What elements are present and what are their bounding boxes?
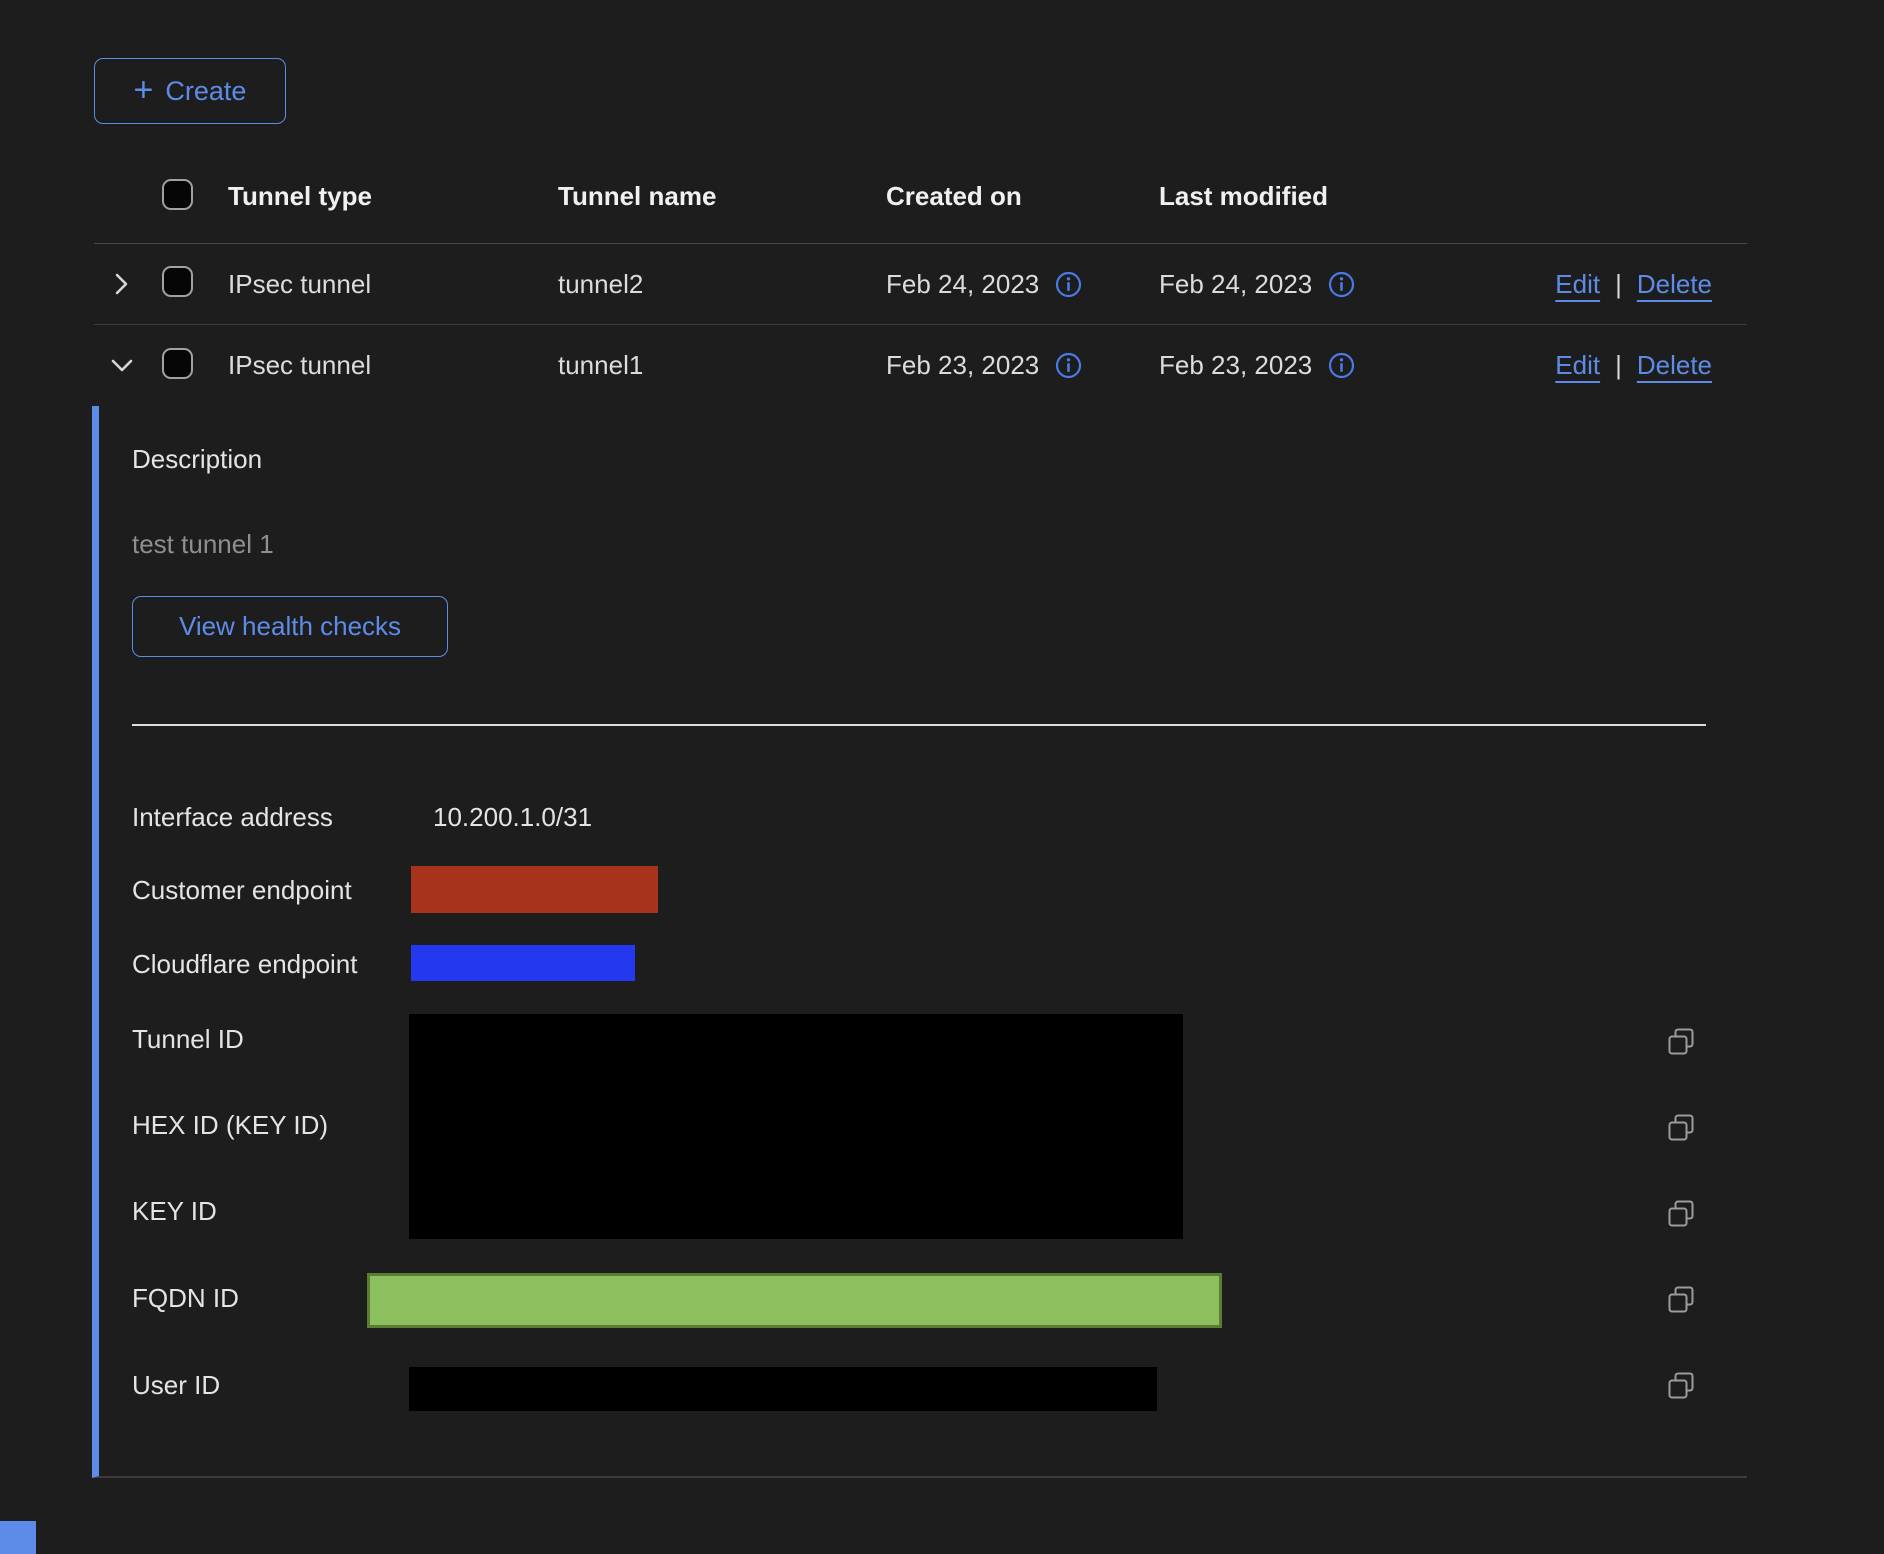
copy-icon bbox=[1665, 1198, 1697, 1230]
cloudflare-endpoint-label: Cloudflare endpoint bbox=[132, 949, 358, 979]
last-modified-cell: Feb 24, 2023 Edit | Delete bbox=[1159, 269, 1747, 300]
created-on-cell: Feb 24, 2023 bbox=[886, 269, 1159, 300]
collapse-row-button[interactable] bbox=[94, 351, 150, 381]
user-id-redacted-value bbox=[409, 1367, 1157, 1411]
delete-link[interactable]: Delete bbox=[1637, 269, 1712, 300]
interface-address-label: Interface address bbox=[132, 802, 333, 832]
edit-link[interactable]: Edit bbox=[1555, 350, 1600, 381]
header-created-on: Created on bbox=[886, 181, 1159, 212]
copy-key-id-button[interactable] bbox=[1665, 1198, 1697, 1230]
ids-redacted-value bbox=[409, 1014, 1183, 1239]
info-icon[interactable] bbox=[1328, 352, 1355, 379]
description-label: Description bbox=[132, 444, 262, 474]
table-row: IPsec tunnel tunnel1 Feb 23, 2023 Feb 23… bbox=[94, 325, 1747, 406]
select-all-checkbox[interactable] bbox=[162, 179, 193, 210]
create-button-label: Create bbox=[165, 76, 246, 107]
edit-link[interactable]: Edit bbox=[1555, 269, 1600, 300]
section-divider bbox=[132, 724, 1706, 726]
copy-tunnel-id-button[interactable] bbox=[1665, 1026, 1697, 1058]
row-checkbox[interactable] bbox=[162, 266, 193, 297]
user-id-label: User ID bbox=[132, 1370, 220, 1400]
hex-id-label: HEX ID (KEY ID) bbox=[132, 1110, 328, 1140]
copy-icon bbox=[1665, 1284, 1697, 1316]
info-icon[interactable] bbox=[1055, 271, 1082, 298]
fqdn-id-redacted-value bbox=[367, 1273, 1222, 1328]
action-separator: | bbox=[1615, 350, 1622, 381]
last-modified-cell: Feb 23, 2023 Edit | Delete bbox=[1159, 350, 1747, 381]
copy-user-id-button[interactable] bbox=[1665, 1370, 1697, 1402]
expand-row-button[interactable] bbox=[94, 269, 150, 299]
tunnel-type-cell: IPsec tunnel bbox=[228, 350, 558, 381]
tunnel-type-cell: IPsec tunnel bbox=[228, 269, 558, 300]
copy-icon bbox=[1665, 1112, 1697, 1144]
key-id-label: KEY ID bbox=[132, 1196, 217, 1226]
scroll-indicator bbox=[0, 1521, 36, 1554]
header-tunnel-name: Tunnel name bbox=[558, 181, 886, 212]
table-header-row: Tunnel type Tunnel name Created on Last … bbox=[94, 150, 1747, 244]
cloudflare-endpoint-redacted-value bbox=[411, 945, 635, 981]
tunnel-id-label: Tunnel ID bbox=[132, 1024, 244, 1054]
chevron-right-icon bbox=[107, 269, 137, 299]
created-on-cell: Feb 23, 2023 bbox=[886, 350, 1159, 381]
customer-endpoint-label: Customer endpoint bbox=[132, 875, 352, 905]
fqdn-id-label: FQDN ID bbox=[132, 1283, 239, 1313]
info-icon[interactable] bbox=[1055, 352, 1082, 379]
header-tunnel-type: Tunnel type bbox=[228, 181, 558, 212]
delete-link[interactable]: Delete bbox=[1637, 350, 1712, 381]
copy-hex-id-button[interactable] bbox=[1665, 1112, 1697, 1144]
view-health-checks-button[interactable]: View health checks bbox=[132, 596, 448, 657]
row-checkbox[interactable] bbox=[162, 348, 193, 379]
tunnels-page: + Create Tunnel type Tunnel name Created… bbox=[0, 0, 1884, 1554]
tunnel-name-cell: tunnel1 bbox=[558, 350, 886, 381]
header-last-modified: Last modified bbox=[1159, 181, 1747, 212]
plus-icon: + bbox=[134, 73, 154, 107]
tunnels-table: Tunnel type Tunnel name Created on Last … bbox=[94, 150, 1747, 406]
description-value: test tunnel 1 bbox=[132, 529, 274, 559]
create-button[interactable]: + Create bbox=[94, 58, 286, 124]
copy-icon bbox=[1665, 1026, 1697, 1058]
info-icon[interactable] bbox=[1328, 271, 1355, 298]
copy-fqdn-id-button[interactable] bbox=[1665, 1284, 1697, 1316]
interface-address-value: 10.200.1.0/31 bbox=[433, 802, 592, 832]
chevron-down-icon bbox=[107, 351, 137, 381]
copy-icon bbox=[1665, 1370, 1697, 1402]
action-separator: | bbox=[1615, 269, 1622, 300]
customer-endpoint-redacted-value bbox=[411, 866, 658, 913]
table-row: IPsec tunnel tunnel2 Feb 24, 2023 Feb 24… bbox=[94, 244, 1747, 325]
tunnel-detail-panel: Description test tunnel 1 View health ch… bbox=[92, 406, 1747, 1478]
tunnel-name-cell: tunnel2 bbox=[558, 269, 886, 300]
